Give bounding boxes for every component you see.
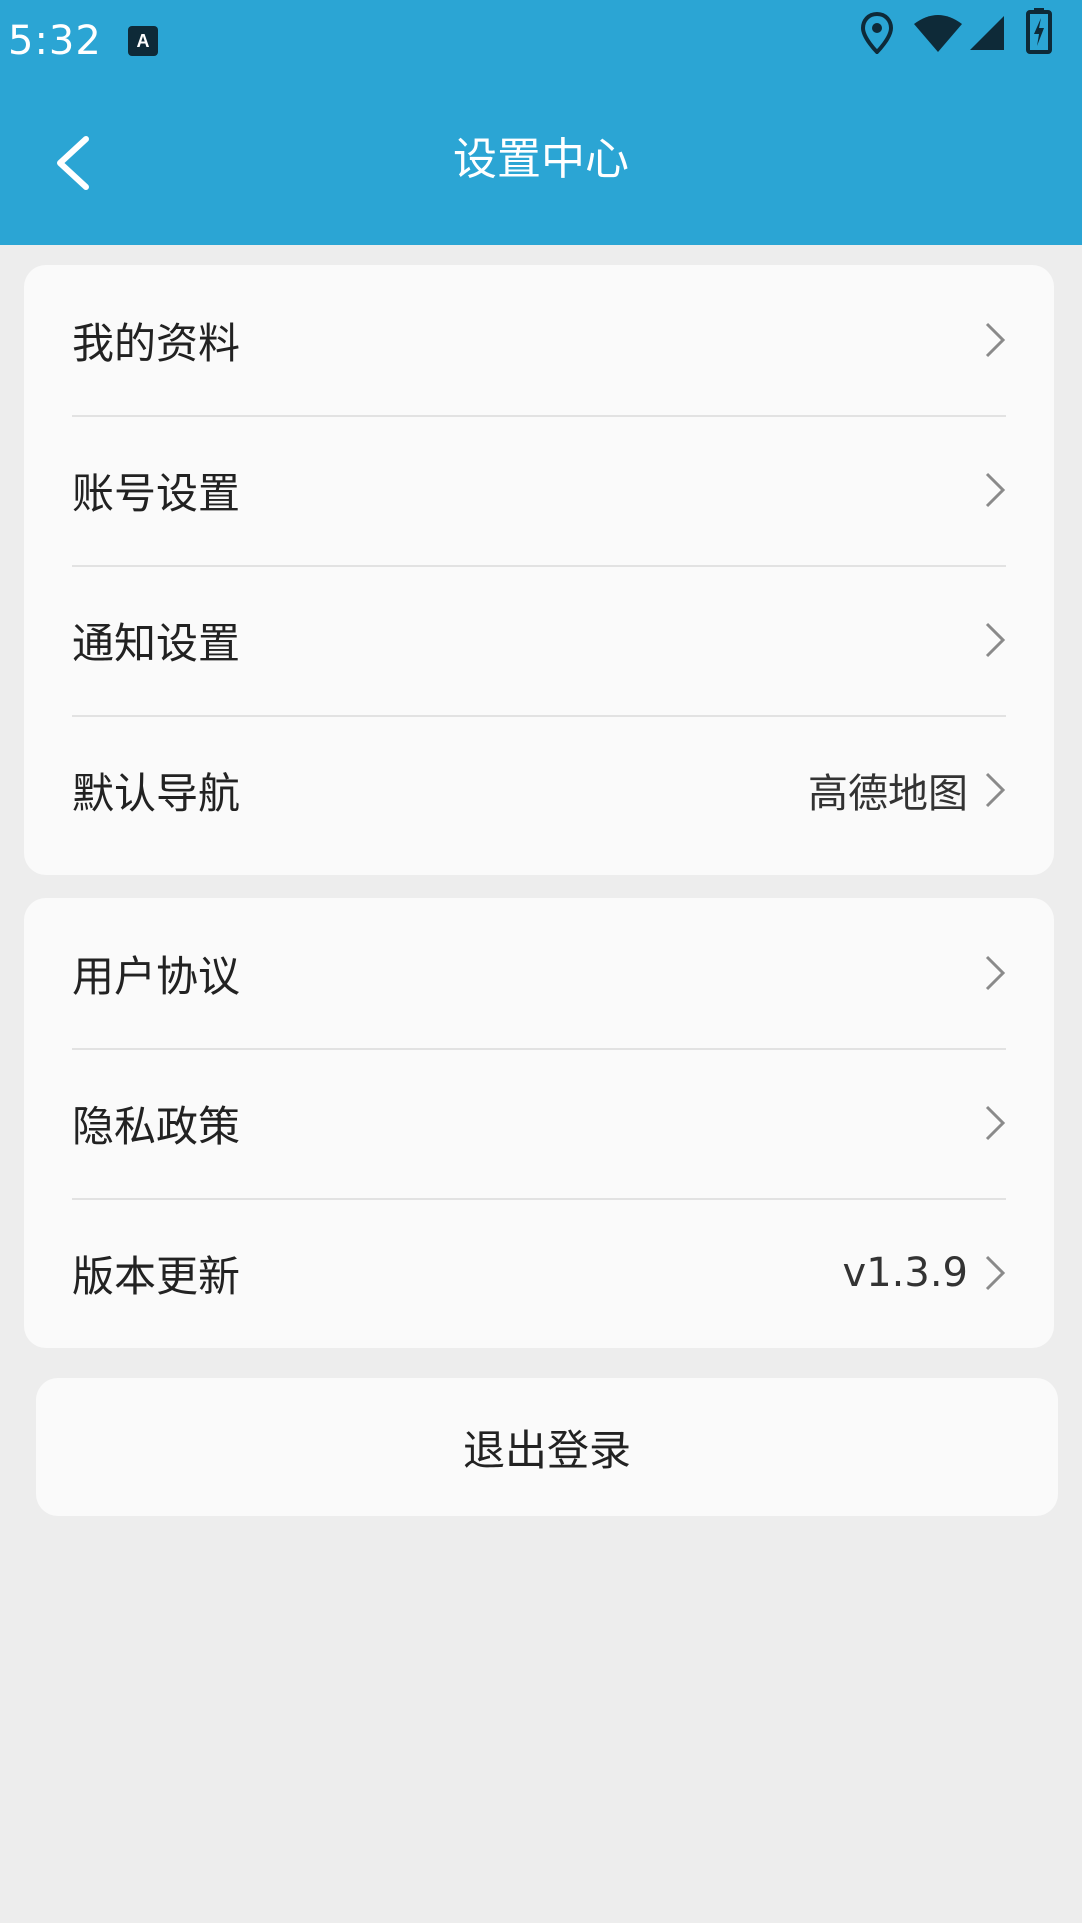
a-notification-icon: A [128, 26, 158, 56]
row-label: 默认导航 [72, 768, 241, 818]
location-icon [860, 12, 894, 54]
battery-charging-icon [1026, 8, 1052, 54]
settings-row-version-update[interactable]: 版本更新 v1.3.9 [24, 1198, 1054, 1348]
app-header: 5:32 A 设置中心 [0, 0, 1082, 245]
chevron-right-icon [985, 472, 1006, 508]
row-label: 版本更新 [72, 1251, 241, 1301]
row-label: 隐私政策 [72, 1101, 241, 1151]
chevron-right-icon [985, 1255, 1006, 1291]
status-bar: 5:32 A [0, 0, 1082, 90]
row-label: 我的资料 [72, 318, 241, 368]
status-time: 5:32 [8, 18, 102, 64]
settings-row-my-profile[interactable]: 我的资料 [24, 265, 1054, 415]
settings-group-about: 用户协议 隐私政策 版本更新 v1.3.9 [24, 898, 1054, 1348]
row-label: 通知设置 [72, 618, 241, 668]
settings-group-personal: 我的资料 账号设置 通知设置 默认导航 高德地图 [24, 265, 1054, 875]
settings-row-account[interactable]: 账号设置 [24, 415, 1054, 565]
row-value: 高德地图 [808, 771, 968, 817]
signal-icon [970, 16, 1004, 50]
settings-row-privacy-policy[interactable]: 隐私政策 [24, 1048, 1054, 1198]
logout-button[interactable]: 退出登录 [36, 1378, 1058, 1516]
row-label: 用户协议 [72, 951, 241, 1001]
chevron-right-icon [985, 772, 1006, 808]
chevron-right-icon [985, 1105, 1006, 1141]
version-value: v1.3.9 [842, 1250, 968, 1296]
page-title: 设置中心 [453, 134, 629, 185]
settings-row-default-navigation[interactable]: 默认导航 高德地图 [24, 715, 1054, 865]
chevron-right-icon [985, 622, 1006, 658]
settings-row-user-agreement[interactable]: 用户协议 [24, 898, 1054, 1048]
svg-text:A: A [137, 31, 150, 51]
row-label: 账号设置 [72, 468, 241, 518]
chevron-right-icon [985, 955, 1006, 991]
settings-row-notification[interactable]: 通知设置 [24, 565, 1054, 715]
chevron-right-icon [985, 322, 1006, 358]
wifi-icon [914, 15, 962, 52]
